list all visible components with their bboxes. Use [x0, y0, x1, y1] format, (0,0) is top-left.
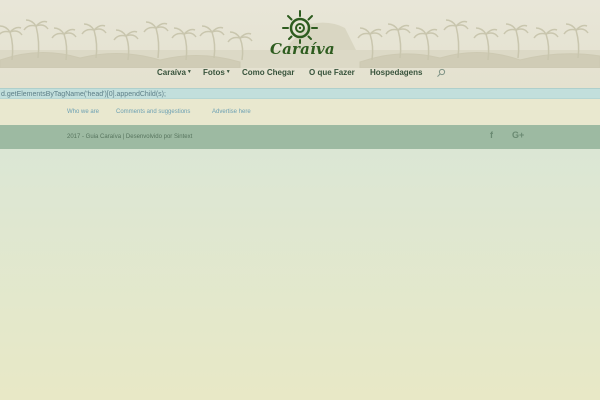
- copyright-label: 2017 - Guia Caraíva | Desenvolvido por: [67, 134, 173, 140]
- nav-item-caraiva[interactable]: Caraíva▼: [157, 68, 192, 77]
- footer-link-advertise[interactable]: Advertise here: [212, 109, 251, 115]
- footer-link-comments[interactable]: Comments and suggestions: [116, 109, 190, 115]
- nav-item-label: Fotos: [203, 68, 225, 77]
- nav-item-fotos[interactable]: Fotos▼: [203, 68, 231, 77]
- logo-wordmark[interactable]: Caraíva: [270, 40, 335, 58]
- footer-links-bar: Who we are Comments and suggestions Adve…: [0, 99, 600, 125]
- chevron-down-icon: ▼: [186, 69, 192, 75]
- footer-link-who-we-are[interactable]: Who we are: [67, 109, 99, 115]
- site-header: Caraíva Caraíva▼ Fotos▼ Como Chegar O qu…: [0, 0, 600, 88]
- search-icon[interactable]: [436, 68, 446, 78]
- nav-item-como-chegar[interactable]: Como Chegar: [242, 68, 294, 77]
- copyright-text: 2017 - Guia Caraíva | Desenvolvido por S…: [67, 134, 192, 140]
- leaked-script-text: d.getElementsByTagName('head')[0].append…: [0, 88, 600, 99]
- footer-bar: 2017 - Guia Caraíva | Desenvolvido por S…: [0, 125, 600, 149]
- nav-item-label: Caraíva: [157, 68, 186, 77]
- nav-item-o-que-fazer[interactable]: O que Fazer: [309, 68, 355, 77]
- facebook-icon[interactable]: f: [490, 130, 493, 142]
- developer-credit-link[interactable]: Sintext: [174, 134, 192, 140]
- nav-item-hospedagens[interactable]: Hospedagens: [370, 68, 422, 77]
- google-plus-icon[interactable]: G+: [512, 130, 524, 142]
- chevron-down-icon: ▼: [225, 69, 231, 75]
